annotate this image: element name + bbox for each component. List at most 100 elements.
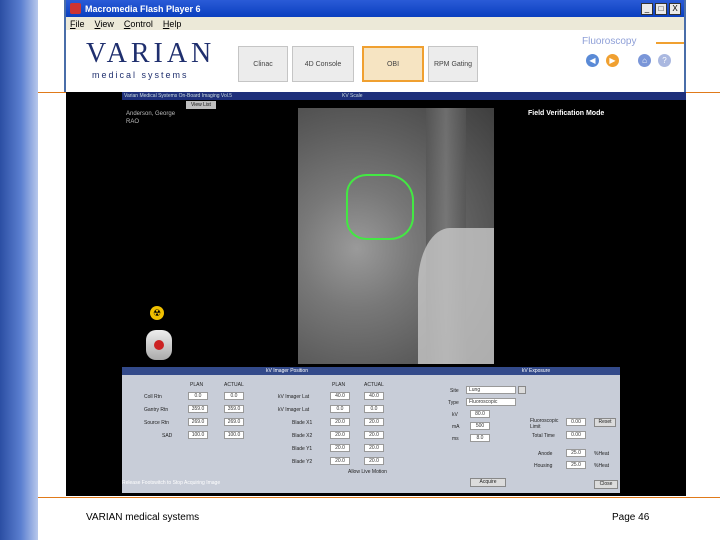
kv-imager-lat-actual: 40.0	[364, 392, 384, 400]
blade-x2-actual[interactable]: 20.0	[364, 431, 384, 439]
housing-value: 25.0	[566, 461, 586, 469]
tab-4d-console[interactable]: 4D Console	[292, 46, 354, 82]
imager-position-header: kV Imager Position	[122, 367, 452, 375]
site-dropdown-icon[interactable]	[518, 386, 526, 394]
tab-rpm-gating[interactable]: RPM Gating	[428, 46, 478, 82]
blade-x2-plan: 20.0	[330, 431, 350, 439]
total-time-label: Total Time	[532, 433, 555, 439]
blade-x1-label: Blade X1	[292, 420, 313, 426]
reset-button[interactable]: Reset	[594, 418, 616, 427]
footer-company: VARIAN medical systems	[86, 512, 200, 523]
ma-value[interactable]: 500	[470, 422, 490, 430]
flash-app-icon	[70, 3, 81, 14]
patient-info: Anderson, George RAO	[126, 111, 176, 125]
field-outline[interactable]	[346, 174, 414, 240]
app-header: VARIAN medical systems Clinac 4D Console…	[66, 30, 684, 92]
gantry-rtn-plan: 359.0	[188, 405, 208, 413]
menu-file[interactable]: File	[70, 19, 85, 29]
ms-value[interactable]: 8.0	[470, 434, 490, 442]
menu-help[interactable]: Help	[163, 19, 182, 29]
status-message: Release Footswitch to Stop Acquiring Ima…	[122, 480, 221, 486]
kv-imager-lat2-label: kV Imager Lat	[278, 407, 310, 413]
blade-y1-actual[interactable]: 20.0	[364, 444, 384, 452]
housing-label: Housing	[534, 463, 553, 469]
help-icon[interactable]: ?	[658, 54, 671, 67]
flash-player-window: Macromedia Flash Player 6 _ □ X File Vie…	[64, 0, 686, 92]
xray-lung-region	[418, 228, 494, 364]
menu-control[interactable]: Control	[124, 19, 153, 29]
slide: Macromedia Flash Player 6 _ □ X File Vie…	[0, 0, 720, 540]
xray-image	[298, 108, 494, 364]
mode-label: Field Verification Mode	[528, 110, 605, 117]
source-rtn-actual: 269.0	[224, 418, 244, 426]
close-app-button[interactable]: Close	[594, 480, 618, 489]
type-label: Type	[448, 400, 459, 406]
app-titlebar: Varian Medical Systems On-Board Imaging …	[122, 92, 686, 100]
view-list-button[interactable]: View List	[186, 101, 216, 109]
source-rtn-plan: 269.0	[188, 418, 208, 426]
col-actual-mid: ACTUAL	[364, 382, 384, 388]
menu-view[interactable]: View	[95, 19, 114, 29]
allow-motion-label[interactable]: Allow Live Motion	[348, 469, 387, 475]
blade-x1-actual[interactable]: 20.0	[364, 418, 384, 426]
kv-label: kV	[452, 412, 458, 418]
blade-x1-plan: 20.0	[330, 418, 350, 426]
sad-label: SAD	[162, 433, 173, 439]
scanner-icon	[146, 330, 172, 360]
fluoro-limit-value: 0.00	[566, 418, 586, 426]
obi-application: Varian Medical Systems On-Board Imaging …	[66, 92, 686, 496]
minimize-button[interactable]: _	[641, 2, 653, 15]
acquire-button[interactable]: Acquire	[470, 478, 506, 487]
anode-heat-label: %Heat	[594, 451, 610, 457]
sad-plan: 100.0	[188, 431, 208, 439]
blade-y1-plan: 20.0	[330, 444, 350, 452]
tab-obi[interactable]: OBI	[362, 46, 424, 82]
coll-rtn-plan: 0.0	[188, 392, 208, 400]
footer-page-number: Page 46	[612, 512, 650, 523]
kv-imager-lat-plan: 40.0	[330, 392, 350, 400]
gantry-rtn-actual: 359.0	[224, 405, 244, 413]
col-plan-left: PLAN	[190, 382, 204, 388]
site-select[interactable]: Lung	[466, 386, 516, 394]
blade-x2-label: Blade X2	[292, 433, 313, 439]
blade-y2-actual[interactable]: 20.0	[364, 457, 384, 465]
forward-icon[interactable]: ▶	[606, 54, 619, 67]
home-icon[interactable]: ⌂	[638, 54, 651, 67]
kv-value[interactable]: 80.0	[470, 410, 490, 418]
type-select[interactable]: Fluoroscopic	[466, 398, 516, 406]
tab-clinac[interactable]: Clinac	[238, 46, 288, 82]
radiation-icon: ☢	[150, 306, 164, 320]
anode-label: Anode	[538, 451, 553, 457]
varian-logo: VARIAN	[86, 38, 216, 69]
kv-imager-lat2-actual: 0.0	[364, 405, 384, 413]
maximize-button[interactable]: □	[655, 2, 667, 15]
section-title: Fluoroscopy	[582, 36, 637, 47]
close-button[interactable]: X	[669, 2, 681, 15]
fluoro-limit-label: Fluoroscopic Limit	[530, 418, 559, 430]
ma-label: mA	[452, 424, 460, 430]
housing-heat-label: %Heat	[594, 463, 610, 469]
varian-logo-subtitle: medical systems	[92, 70, 189, 80]
window-titlebar: Macromedia Flash Player 6 _ □ X	[66, 0, 684, 17]
window-title: Macromedia Flash Player 6	[85, 3, 201, 14]
coll-rtn-label: Coll Rtn	[144, 394, 162, 400]
site-label: Site	[450, 388, 459, 394]
back-icon[interactable]: ◀	[586, 54, 599, 67]
slide-left-strip	[0, 0, 38, 540]
gantry-rtn-label: Gantry Rtn	[144, 407, 169, 413]
source-rtn-label: Source Rtn	[144, 420, 170, 426]
kv-imager-lat2-plan: 0.0	[330, 405, 350, 413]
blade-y2-plan: 20.0	[330, 457, 350, 465]
sad-actual: 100.0	[224, 431, 244, 439]
exposure-header: kV Exposure	[452, 367, 620, 375]
coll-rtn-actual: 0.0	[224, 392, 244, 400]
ms-label: ms	[452, 436, 459, 442]
window-controls: _ □ X	[641, 2, 681, 15]
footer-rule	[38, 497, 720, 498]
anode-value: 25.0	[566, 449, 586, 457]
section-title-underline	[656, 42, 684, 44]
col-actual-left: ACTUAL	[224, 382, 244, 388]
kv-imager-lat-label: kV Imager Lat	[278, 394, 310, 400]
menubar: File View Control Help	[66, 17, 684, 30]
total-time-value: 0.00	[566, 431, 586, 439]
